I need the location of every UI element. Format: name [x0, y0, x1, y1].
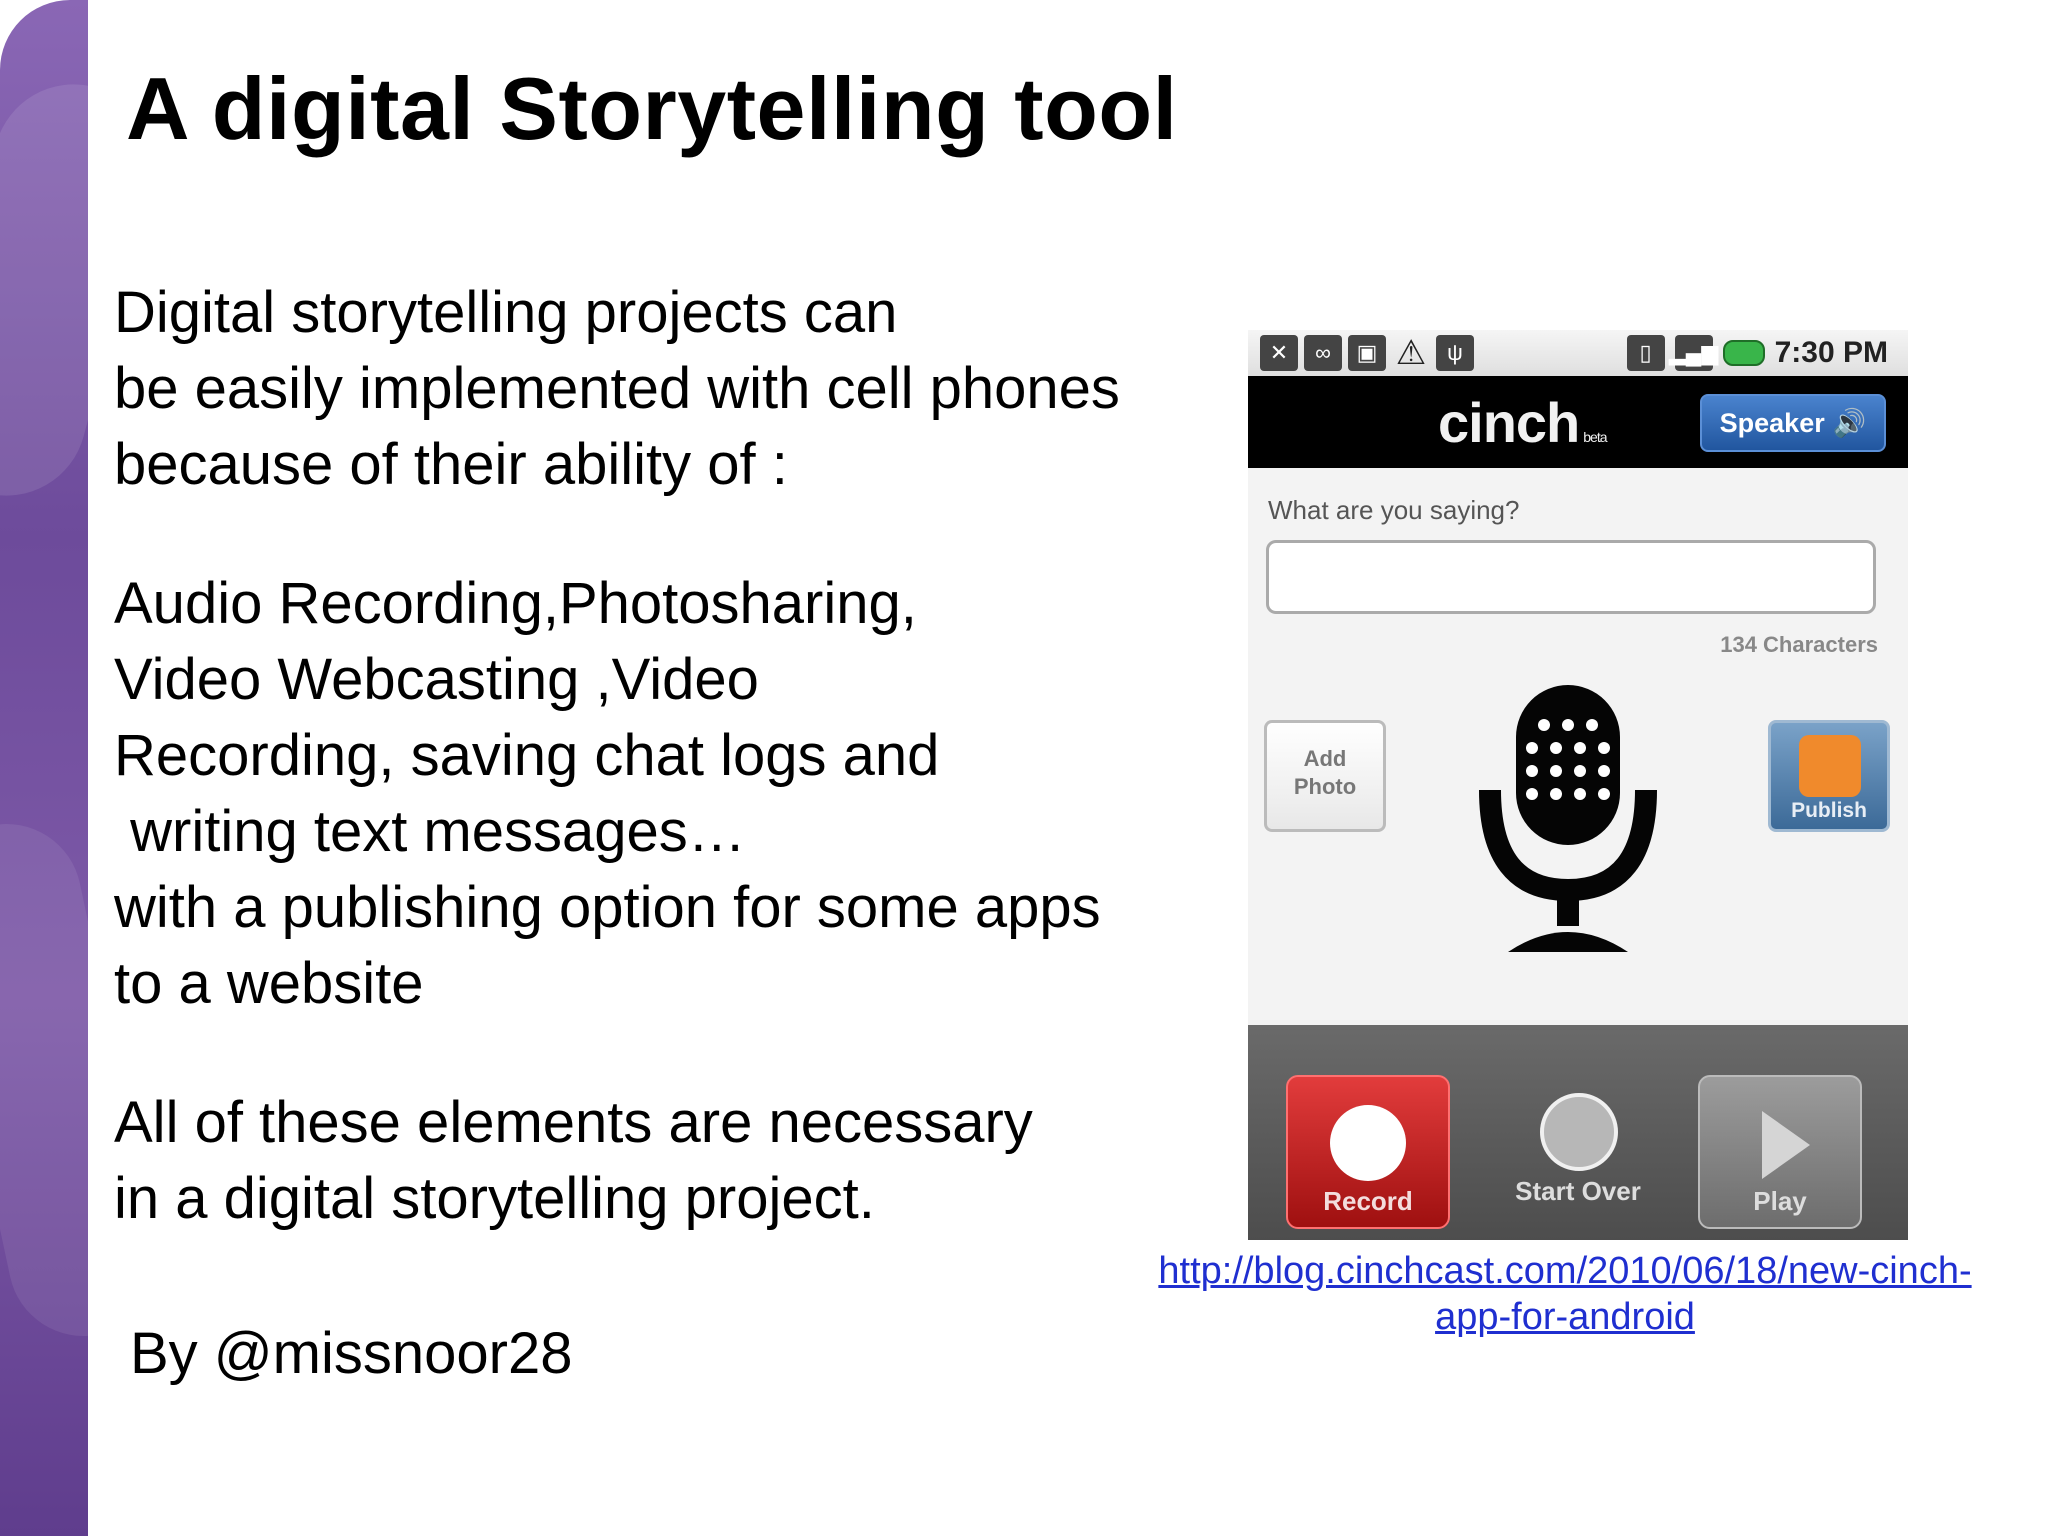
purple-side-bar	[0, 0, 88, 1536]
app-name: cinch	[1438, 391, 1580, 454]
sd-card-icon: ▣	[1348, 335, 1386, 371]
body-line: be easily implemented with cell phones	[114, 356, 1120, 421]
body-line: Recording, saving chat logs and	[114, 723, 940, 788]
speaker-icon: 🔊	[1832, 408, 1867, 438]
play-icon	[1762, 1111, 1810, 1179]
start-over-label: Start Over	[1515, 1176, 1641, 1206]
start-over-button[interactable]: Start Over	[1488, 1075, 1668, 1225]
record-label: Record	[1323, 1186, 1413, 1216]
slide-title: A digital Storytelling tool	[126, 59, 1178, 158]
mic-base	[1508, 932, 1628, 952]
record-button[interactable]: Record	[1286, 1075, 1450, 1229]
status-icons-right: ▯ ▂▄▆ 7:30 PM	[1626, 335, 1888, 371]
publish-button[interactable]: Publish	[1768, 720, 1890, 832]
signal-icon: ▂▄▆	[1669, 335, 1718, 371]
mic-head	[1516, 685, 1620, 845]
publish-label: Publish	[1791, 799, 1867, 822]
body-line: Digital storytelling projects can	[114, 280, 898, 345]
play-label: Play	[1753, 1186, 1807, 1216]
message-prompt: What are you saying?	[1268, 495, 1520, 525]
body-line: Video Webcasting ,Video	[114, 647, 759, 712]
body-line: writing text messages…	[114, 799, 746, 864]
body-line: because of their ability of :	[114, 432, 788, 497]
vibrate-icon: ▯	[1626, 335, 1665, 371]
speaker-label: Speaker	[1719, 407, 1825, 438]
character-count: 134 Characters	[1720, 632, 1878, 657]
battery-icon	[1722, 340, 1765, 366]
app-header: cinch beta Speaker 🔊	[1248, 376, 1908, 468]
author-credit: By @missnoor28	[130, 1321, 573, 1386]
play-button[interactable]: Play	[1698, 1075, 1862, 1229]
status-icons-left: ✕ ∞ ▣ ⚠ ψ	[1260, 334, 1474, 372]
slide-body: Digital storytelling projects can be eas…	[114, 275, 1120, 1237]
speaker-button[interactable]: Speaker 🔊	[1700, 394, 1886, 452]
voicemail-icon: ∞	[1304, 335, 1342, 371]
control-bar: Record Start Over Play	[1248, 1025, 1908, 1240]
refresh-icon	[1540, 1093, 1618, 1171]
record-icon	[1330, 1105, 1406, 1181]
microphone-icon[interactable]	[1468, 680, 1668, 960]
message-input[interactable]	[1266, 540, 1876, 614]
status-time: 7:30 PM	[1774, 336, 1888, 369]
body-line: Audio Recording,Photosharing,	[114, 571, 917, 636]
beta-badge: beta	[1583, 429, 1607, 445]
status-bar: ✕ ∞ ▣ ⚠ ψ ▯ ▂▄▆ 7:30 PM	[1248, 330, 1908, 376]
app-logo: cinch beta	[1438, 390, 1608, 455]
missed-call-icon: ✕	[1260, 335, 1298, 371]
add-photo-button[interactable]: Add Photo	[1264, 720, 1386, 832]
body-line: All of these elements are necessary	[114, 1090, 1033, 1155]
source-link[interactable]: http://blog.cinchcast.com/2010/06/18/new…	[1130, 1248, 2000, 1340]
body-line: to a website	[114, 951, 424, 1016]
phone-screenshot: ✕ ∞ ▣ ⚠ ψ ▯ ▂▄▆ 7:30 PM cinch beta Speake…	[1248, 330, 1908, 1240]
mic-stem	[1557, 890, 1579, 926]
warning-icon: ⚠	[1395, 334, 1427, 372]
rss-icon	[1799, 735, 1861, 797]
body-line: in a digital storytelling project.	[114, 1166, 875, 1231]
usb-icon: ψ	[1436, 335, 1474, 371]
body-line: with a publishing option for some apps	[114, 875, 1101, 940]
